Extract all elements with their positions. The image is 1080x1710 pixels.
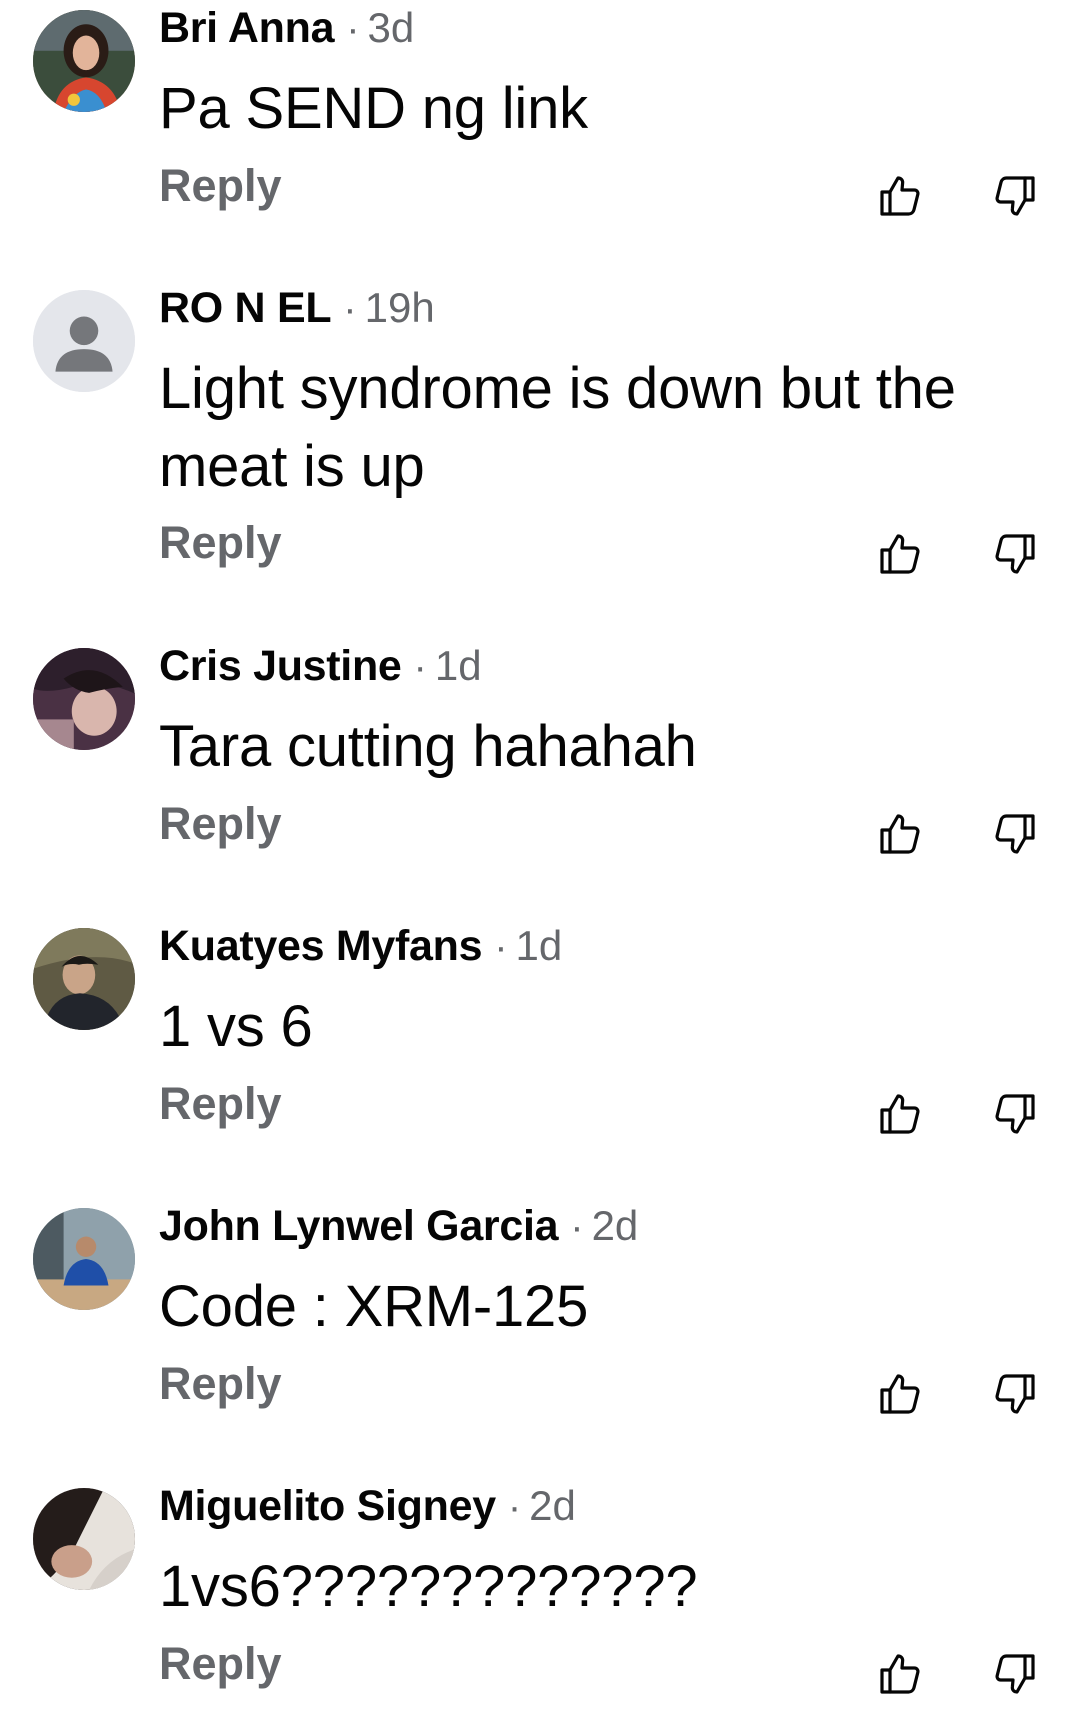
thumbs-down-icon[interactable] <box>991 172 1039 220</box>
comment-header: John Lynwel Garcia · 2d <box>159 1202 638 1256</box>
thumbs-down-icon[interactable] <box>991 1650 1039 1698</box>
thumbs-down-icon[interactable] <box>991 1090 1039 1138</box>
thumbs-down-icon[interactable] <box>991 810 1039 858</box>
thumbs-up-icon[interactable] <box>876 530 924 578</box>
thumbs-up-icon[interactable] <box>876 1370 924 1418</box>
comment-text: 1 vs 6 <box>159 994 313 1059</box>
avatar[interactable] <box>33 290 135 392</box>
comment-timestamp[interactable]: 2d <box>592 1202 639 1250</box>
comment-author[interactable]: RO N EL <box>159 284 332 333</box>
comment-text: Tara cutting hahahah <box>159 714 697 779</box>
separator-dot: · <box>413 645 427 689</box>
comment-author[interactable]: Bri Anna <box>159 4 334 53</box>
comment-text: 1vs6????????????? <box>159 1554 698 1619</box>
comment-text: Light syndrome is down but the meat is u… <box>159 356 956 499</box>
reply-button[interactable]: Reply <box>159 1358 282 1410</box>
separator-dot: · <box>507 1485 522 1529</box>
avatar[interactable] <box>33 1488 135 1590</box>
comment-list: Bri Anna · 3d Pa SEND ng link Reply RO N… <box>0 0 1080 1710</box>
thumbs-up-icon[interactable] <box>876 172 924 220</box>
comment-timestamp[interactable]: 1d <box>516 922 563 970</box>
comment-header: Cris Justine · 1d <box>159 642 482 696</box>
comment-author[interactable]: Miguelito Signey <box>159 1482 496 1531</box>
separator-dot: · <box>570 1205 584 1249</box>
reply-button[interactable]: Reply <box>159 160 282 212</box>
reply-button[interactable]: Reply <box>159 517 282 569</box>
comment-timestamp[interactable]: 19h <box>365 284 435 332</box>
comment-author[interactable]: Cris Justine <box>159 642 402 691</box>
thumbs-down-icon[interactable] <box>991 530 1039 578</box>
avatar[interactable] <box>33 1208 135 1310</box>
comment-text: Code : XRM-125 <box>159 1274 589 1339</box>
separator-dot: · <box>494 925 508 969</box>
comment-timestamp[interactable]: 1d <box>435 642 482 690</box>
thumbs-down-icon[interactable] <box>991 1370 1039 1418</box>
comment-author[interactable]: Kuatyes Myfans <box>159 922 483 971</box>
separator-dot: · <box>346 7 360 51</box>
comment-timestamp[interactable]: 2d <box>529 1482 576 1530</box>
thumbs-up-icon[interactable] <box>876 1090 924 1138</box>
avatar[interactable] <box>33 648 135 750</box>
reply-button[interactable]: Reply <box>159 1078 282 1130</box>
comment-author[interactable]: John Lynwel Garcia <box>159 1202 559 1251</box>
avatar[interactable] <box>33 10 135 112</box>
comment-timestamp[interactable]: 3d <box>368 4 415 52</box>
thumbs-up-icon[interactable] <box>876 1650 924 1698</box>
comment-header: RO N EL · 19h <box>159 284 435 338</box>
comment-header: Bri Anna · 3d <box>159 4 414 58</box>
avatar[interactable] <box>33 928 135 1030</box>
thumbs-up-icon[interactable] <box>876 810 924 858</box>
comment-text: Pa SEND ng link <box>159 76 588 141</box>
separator-dot: · <box>343 287 357 331</box>
reply-button[interactable]: Reply <box>159 798 282 850</box>
comment-header: Kuatyes Myfans · 1d <box>159 922 562 976</box>
reply-button[interactable]: Reply <box>159 1638 282 1690</box>
comment-header: Miguelito Signey · 2d <box>159 1482 576 1536</box>
